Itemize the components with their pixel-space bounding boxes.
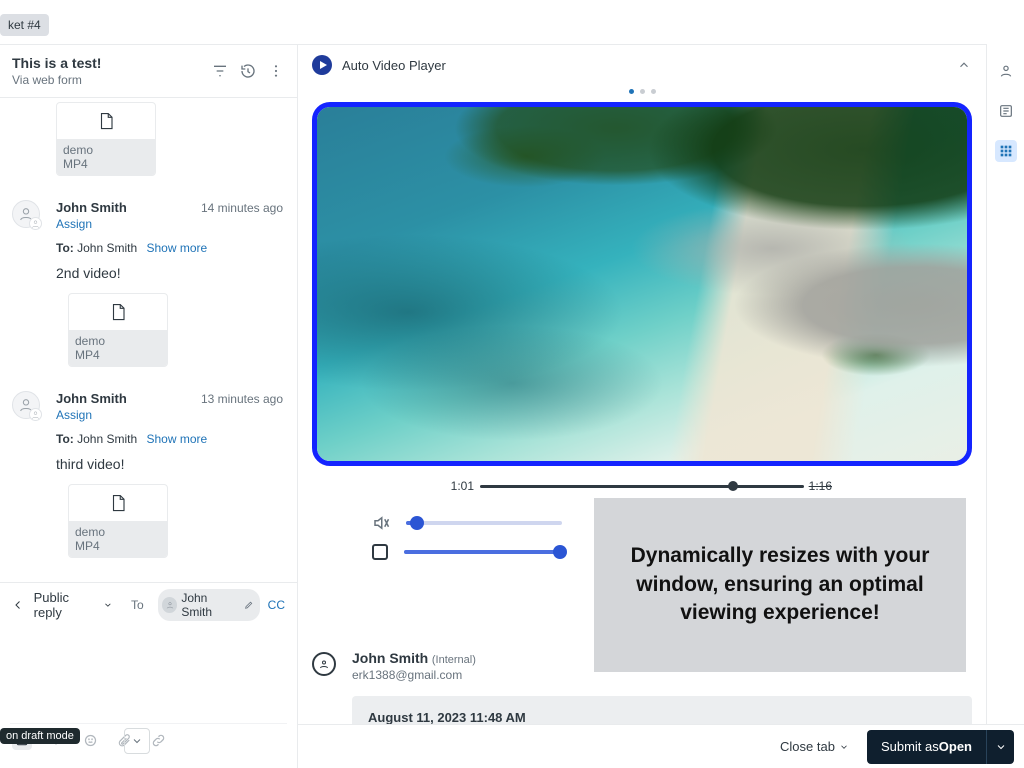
collapse-app-icon[interactable] — [956, 57, 972, 73]
assign-link[interactable]: Assign — [56, 408, 92, 422]
workspace-tab-label: ket #4 — [8, 18, 41, 32]
callout-text: Dynamically resizes with your window, en… — [616, 542, 944, 627]
playback-bar[interactable]: 1:01 1:16 — [312, 474, 972, 498]
playback-current-time: 1:01 — [432, 479, 474, 493]
feature-callout: Dynamically resizes with your window, en… — [594, 498, 966, 672]
carousel-dot[interactable] — [651, 89, 656, 94]
cc-button[interactable]: CC — [268, 598, 287, 612]
ticket-channel: Via web form — [12, 73, 201, 87]
workspace-tab[interactable]: ket #4 — [0, 14, 49, 36]
to-label: To: — [56, 432, 74, 446]
volume-slider[interactable] — [406, 521, 562, 525]
carousel-dots — [312, 85, 972, 102]
to-recipient: John Smith — [77, 241, 137, 255]
conversation-pane: This is a test! Via web form demo MP4 — [0, 44, 298, 768]
show-more-link[interactable]: Show more — [146, 432, 207, 446]
attachment-card[interactable]: demo MP4 — [68, 293, 168, 367]
chevron-down-icon — [839, 742, 849, 752]
ticket-footer: Close tab Submit as Open — [298, 724, 1024, 768]
close-tab-button[interactable]: Close tab — [780, 739, 849, 754]
attachment-card[interactable]: demo MP4 — [68, 484, 168, 558]
avatar — [12, 200, 40, 228]
assign-link[interactable]: Assign — [56, 217, 92, 231]
close-tab-label: Close tab — [780, 739, 835, 754]
attachment-type: MP4 — [75, 348, 161, 362]
slider-handle[interactable] — [410, 516, 424, 530]
chevron-left-icon[interactable] — [10, 597, 26, 613]
reply-mode-label: Public reply — [34, 590, 100, 620]
chevron-down-icon — [103, 600, 113, 610]
playback-track[interactable] — [480, 485, 804, 488]
ticket-subject: This is a test! — [12, 55, 201, 71]
apps-icon[interactable] — [995, 140, 1017, 162]
message-time: 14 minutes ago — [201, 201, 283, 215]
emoji-icon[interactable] — [80, 730, 100, 750]
avatar-outline-icon — [312, 652, 336, 676]
attachment-type: MP4 — [75, 539, 161, 553]
app-header: Auto Video Player — [298, 45, 986, 85]
show-more-link[interactable]: Show more — [146, 241, 207, 255]
conversation-header: This is a test! Via web form — [0, 44, 297, 98]
file-icon — [57, 103, 155, 139]
video-player[interactable] — [312, 102, 972, 466]
carousel-dot[interactable] — [629, 89, 634, 94]
history-icon[interactable] — [239, 62, 257, 80]
carousel-dot[interactable] — [640, 89, 645, 94]
message-item: John Smith 13 minutes ago Assign To: Joh… — [0, 379, 297, 558]
user-icon[interactable] — [995, 60, 1017, 82]
message-item: John Smith 14 minutes ago Assign To: Joh… — [0, 188, 297, 367]
compose-options-button[interactable] — [124, 728, 150, 754]
message-author: John Smith — [56, 391, 201, 406]
compose-text-area[interactable] — [10, 621, 287, 723]
note-date: August 11, 2023 11:48 AM — [368, 710, 956, 725]
note-author: John Smith — [352, 650, 428, 666]
knowledge-icon[interactable] — [995, 100, 1017, 122]
attachment-card[interactable]: demo MP4 — [56, 102, 156, 176]
compose-to-label: To — [131, 598, 144, 612]
to-recipient: John Smith — [77, 432, 137, 446]
more-icon[interactable] — [267, 62, 285, 80]
pencil-icon[interactable] — [244, 600, 254, 610]
attachment-name: demo — [75, 334, 161, 348]
message-text: third video! — [56, 456, 283, 472]
to-label: To: — [56, 241, 74, 255]
submit-status: Open — [939, 739, 972, 754]
avatar-badge-icon — [29, 217, 42, 230]
attachment-name: demo — [75, 525, 161, 539]
message-author: John Smith — [56, 200, 201, 215]
message-text: 2nd video! — [56, 265, 283, 281]
size-slider[interactable] — [404, 550, 560, 554]
submit-menu-button[interactable] — [986, 730, 1014, 764]
reply-mode-selector[interactable]: Public reply — [34, 590, 113, 620]
avatar-icon — [162, 597, 178, 613]
autoplay-checkbox[interactable] — [372, 544, 388, 560]
playback-total-time: 1:16 — [809, 479, 832, 493]
conversation-thread[interactable]: demo MP4 John Smith 14 minutes ago Assig… — [0, 98, 297, 582]
app-title: Auto Video Player — [342, 58, 956, 73]
app-logo-play-icon — [312, 55, 332, 75]
slider-handle[interactable] — [553, 545, 567, 559]
attachment-type: MP4 — [63, 157, 149, 171]
playback-handle[interactable] — [728, 481, 738, 491]
right-rail — [986, 44, 1024, 768]
message-time: 13 minutes ago — [201, 392, 283, 406]
draft-badge: on draft mode — [0, 728, 80, 744]
filter-icon[interactable] — [211, 62, 229, 80]
player-controls: Dynamically resizes with your window, en… — [312, 508, 972, 628]
file-icon — [69, 485, 167, 521]
video-thumbnail — [317, 107, 967, 461]
attachment-name: demo — [63, 143, 149, 157]
submit-prefix: Submit as — [881, 739, 939, 754]
app-panel: Auto Video Player 1:01 1:16 — [298, 44, 986, 730]
recipient-name: John Smith — [181, 591, 240, 619]
note-tag: (Internal) — [432, 654, 476, 666]
avatar — [12, 391, 40, 419]
mute-icon[interactable] — [372, 514, 390, 532]
avatar-badge-icon — [29, 408, 42, 421]
file-icon — [69, 294, 167, 330]
recipient-chip[interactable]: John Smith — [158, 589, 260, 621]
submit-button[interactable]: Submit as Open — [867, 730, 986, 764]
app-body[interactable]: 1:01 1:16 — [298, 85, 986, 730]
